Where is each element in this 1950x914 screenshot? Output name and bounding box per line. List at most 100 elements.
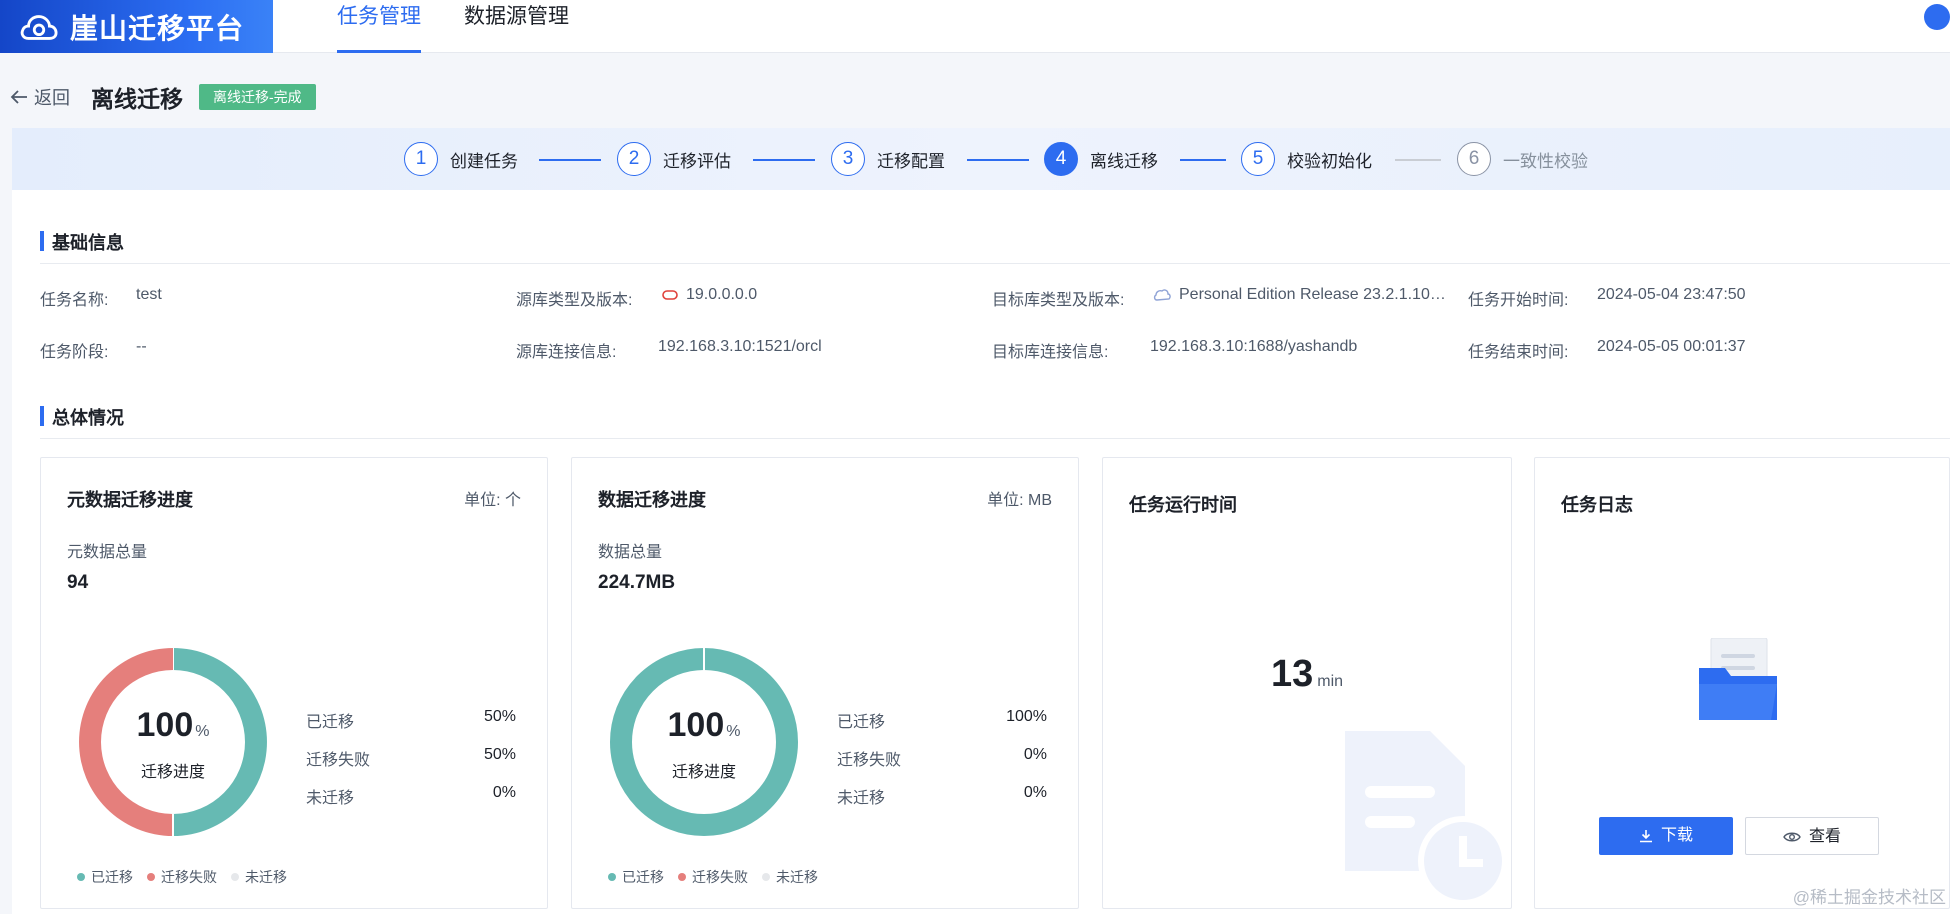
- stat-value: 100%: [1006, 708, 1047, 725]
- step-2[interactable]: 2 迁移评估: [617, 142, 731, 176]
- step-label: 一致性校验: [1503, 151, 1588, 171]
- back-label: 返回: [34, 88, 70, 108]
- step-label: 离线迁移: [1090, 151, 1158, 171]
- card-title: 任务运行时间: [1129, 495, 1237, 515]
- status-badge: 离线迁移-完成: [199, 84, 316, 110]
- arrow-left-icon: [10, 90, 27, 104]
- brand[interactable]: 崖山迁移平台: [0, 0, 273, 53]
- legend-label: 未迁移: [776, 869, 818, 885]
- section-title-basic: 基础信息: [40, 229, 124, 255]
- step-number: 6: [1457, 142, 1491, 176]
- src-type-text: 19.0.0.0.0: [686, 286, 758, 303]
- total-label: 元数据总量: [67, 544, 148, 561]
- metadata-progress-card: 元数据迁移进度 单位: 个 元数据总量 94 100% 迁移进度 已迁移 50% …: [40, 457, 548, 909]
- progress-percent: 100%: [79, 706, 267, 745]
- stat-failed: 迁移失败 50%: [306, 746, 516, 770]
- stat-value: 50%: [483, 708, 516, 725]
- start-time-label: 任务开始时间:: [1468, 292, 1569, 309]
- section-title-overview: 总体情况: [40, 404, 124, 430]
- stat-value: 0%: [1023, 784, 1047, 801]
- legend-dot: [77, 873, 85, 881]
- src-type-label: 源库类型及版本:: [516, 292, 633, 309]
- folder-document-icon: [1699, 638, 1777, 720]
- section-divider: [40, 263, 1950, 264]
- task-stage-value: --: [136, 338, 147, 355]
- task-stage-label: 任务阶段:: [40, 344, 109, 361]
- total-value: 94: [67, 572, 89, 593]
- stat-migrated: 已迁移 100%: [837, 708, 1047, 732]
- total-value: 224.7MB: [598, 572, 676, 593]
- step-connector: [753, 159, 815, 161]
- stepper: 1 创建任务 2 迁移评估 3 迁移配置 4 离线迁移 5 校验初始化 6 一致性校验: [12, 128, 1950, 190]
- download-icon: [1639, 829, 1652, 843]
- card-title: 元数据迁移进度: [67, 490, 193, 510]
- progress-value: 100: [136, 706, 194, 744]
- chart-legend: 已迁移 迁移失败 未迁移: [608, 867, 832, 887]
- end-time-value: 2024-05-05 00:01:37: [1597, 338, 1746, 355]
- legend-item-migrated[interactable]: 已迁移: [77, 867, 133, 887]
- legend-item-failed[interactable]: 迁移失败: [147, 867, 217, 887]
- card-title: 数据迁移进度: [598, 490, 706, 510]
- runtime-value: 13: [1270, 653, 1314, 695]
- src-conn-label: 源库连接信息:: [516, 344, 617, 361]
- tab-task-management[interactable]: 任务管理: [337, 0, 421, 53]
- legend-dot: [231, 873, 239, 881]
- step-label: 迁移评估: [663, 151, 731, 171]
- src-type-value: 19.0.0.0.0: [662, 286, 757, 304]
- stat-label: 未迁移: [837, 790, 886, 807]
- step-number: 2: [617, 142, 651, 176]
- percent-unit: %: [195, 723, 210, 740]
- percent-unit: %: [726, 723, 741, 740]
- main-panel: 1 创建任务 2 迁移评估 3 迁移配置 4 离线迁移 5 校验初始化 6 一致性校验 基础…: [12, 128, 1950, 914]
- runtime-unit: min: [1317, 673, 1344, 690]
- legend-item-not-migrated[interactable]: 未迁移: [231, 867, 287, 887]
- step-4[interactable]: 4 离线迁移: [1044, 142, 1158, 176]
- legend-dot: [678, 873, 686, 881]
- stat-value: 0%: [1023, 746, 1047, 763]
- legend-label: 迁移失败: [161, 869, 217, 885]
- stat-not-migrated: 未迁移 0%: [306, 784, 516, 808]
- top-bar: 崖山迁移平台 任务管理 数据源管理: [0, 0, 1950, 53]
- card-title: 任务日志: [1561, 495, 1633, 515]
- legend-dot: [147, 873, 155, 881]
- step-number: 4: [1044, 142, 1078, 176]
- step-label: 迁移配置: [877, 151, 945, 171]
- step-1[interactable]: 1 创建任务: [404, 142, 518, 176]
- donut-center: 100% 迁移进度: [610, 648, 798, 836]
- total-label: 数据总量: [598, 544, 663, 561]
- runtime-card: 任务运行时间 13 min: [1102, 457, 1512, 909]
- stat-label: 迁移失败: [837, 752, 902, 769]
- view-button[interactable]: 查看: [1745, 817, 1879, 855]
- task-log-card: 任务日志 下载 查看: [1534, 457, 1950, 909]
- dst-type-value: Personal Edition Release 23.2.1.10…: [1153, 286, 1463, 304]
- legend-dot: [608, 873, 616, 881]
- eye-icon: [1783, 832, 1801, 842]
- back-button[interactable]: 返回: [10, 84, 70, 110]
- step-label: 创建任务: [450, 151, 518, 171]
- step-5[interactable]: 5 校验初始化: [1241, 142, 1372, 176]
- progress-percent: 100%: [610, 706, 798, 745]
- stat-label: 迁移失败: [306, 752, 371, 769]
- legend-item-not-migrated[interactable]: 未迁移: [762, 867, 818, 887]
- step-number: 3: [831, 142, 865, 176]
- step-number: 1: [404, 142, 438, 176]
- step-6[interactable]: 6 一致性校验: [1457, 142, 1588, 176]
- brand-name: 崖山迁移平台: [70, 12, 245, 44]
- step-3[interactable]: 3 迁移配置: [831, 142, 945, 176]
- download-button[interactable]: 下载: [1599, 817, 1733, 855]
- stat-label: 已迁移: [837, 714, 886, 731]
- step-connector: [1180, 159, 1226, 161]
- progress-caption: 迁移进度: [671, 764, 736, 781]
- stat-label: 未迁移: [306, 790, 355, 807]
- user-avatar-icon[interactable]: [1924, 4, 1950, 30]
- task-name-value: test: [136, 286, 162, 303]
- legend-item-failed[interactable]: 迁移失败: [678, 867, 748, 887]
- stat-value: 0%: [492, 784, 516, 801]
- legend-label: 未迁移: [245, 869, 287, 885]
- start-time-value: 2024-05-04 23:47:50: [1597, 286, 1746, 303]
- runtime-display: 13 min: [1103, 653, 1511, 696]
- legend-item-migrated[interactable]: 已迁移: [608, 867, 664, 887]
- stat-failed: 迁移失败 0%: [837, 746, 1047, 770]
- task-name-label: 任务名称:: [40, 292, 109, 309]
- tab-datasource-management[interactable]: 数据源管理: [464, 0, 569, 53]
